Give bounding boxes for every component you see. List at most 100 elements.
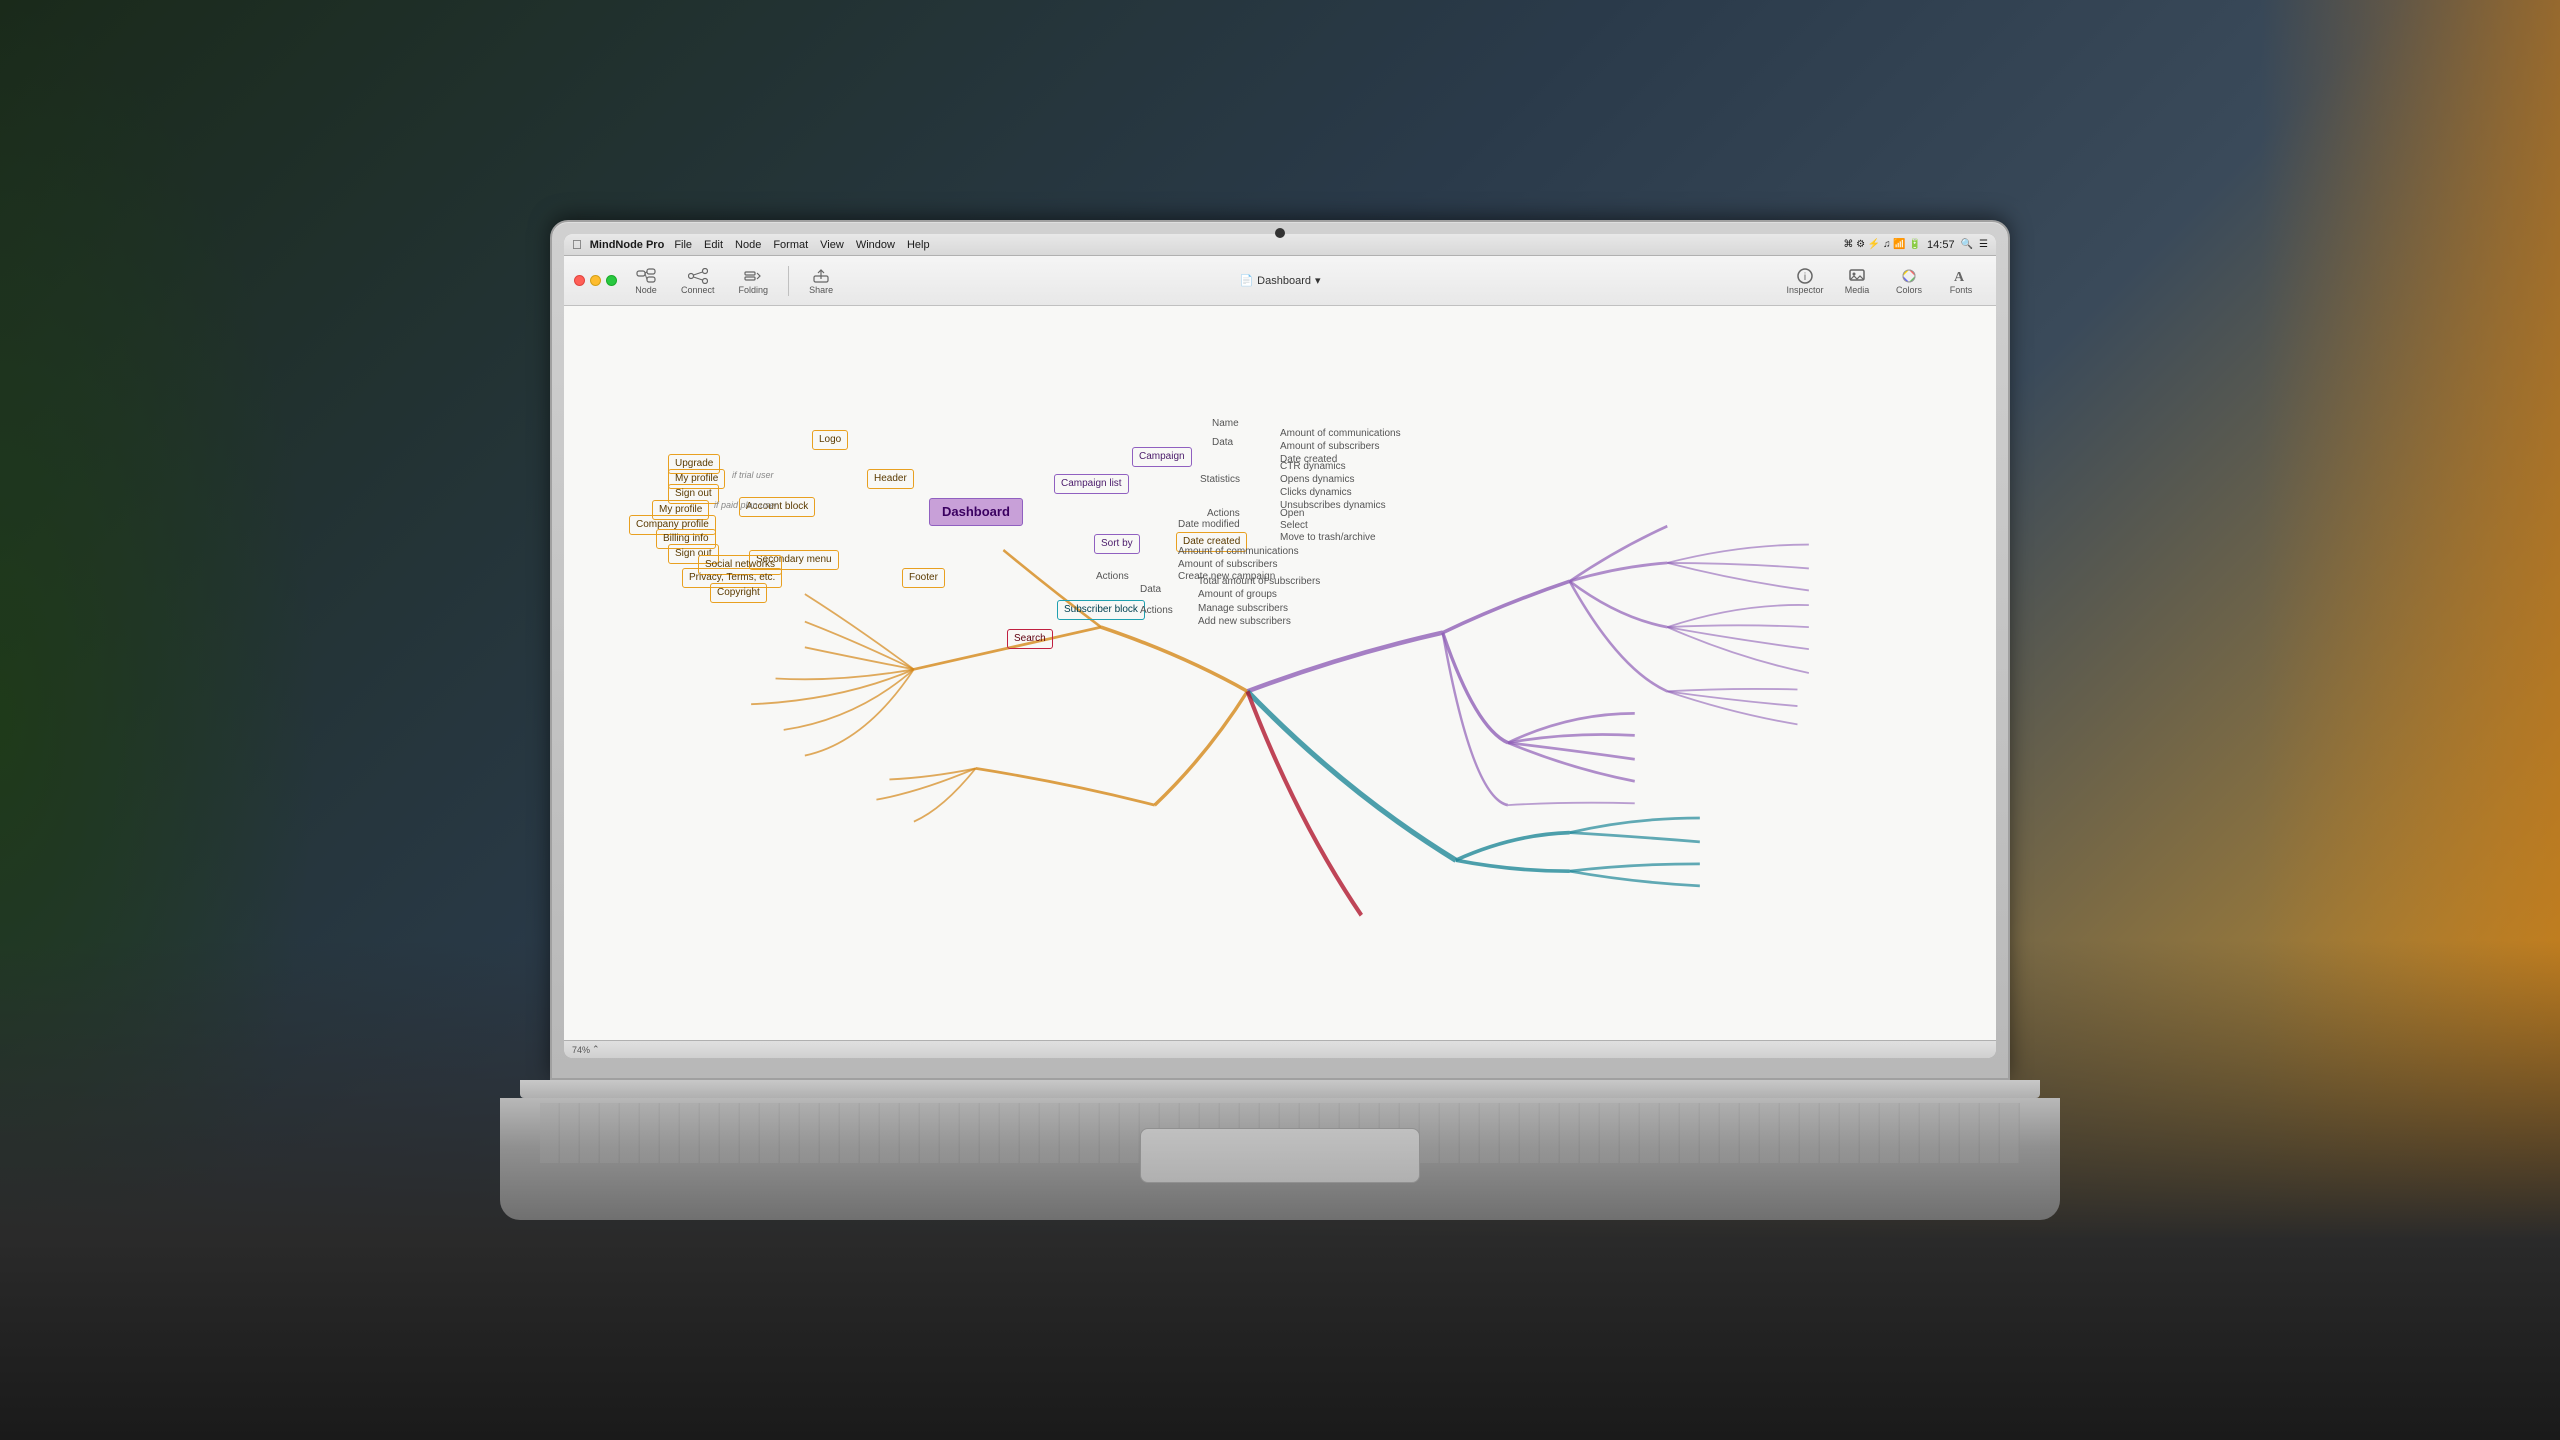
node-logo[interactable]: Logo xyxy=(812,430,848,450)
menubar-icons: ⌘ ⚙ ⚡ ♫ 📶 🔋 xyxy=(1843,239,1921,250)
zoom-icon: ⌃ xyxy=(592,1044,600,1055)
media-label: Media xyxy=(1845,285,1870,295)
svg-text:A: A xyxy=(1954,270,1965,285)
dashboard-label: Dashboard xyxy=(929,498,1023,526)
node-amount-subs-1: Amount of subscribers xyxy=(1280,441,1380,452)
node-amount-comm-2: Amount of communications xyxy=(1178,546,1299,557)
node-search[interactable]: Search xyxy=(1007,629,1053,649)
title-icon: 📄 xyxy=(1239,274,1253,287)
node-campaign-list[interactable]: Campaign list xyxy=(1054,474,1129,494)
node-opens: Opens dynamics xyxy=(1280,474,1354,485)
folding-label: Folding xyxy=(739,285,769,295)
connect-label: Connect xyxy=(681,285,715,295)
node-data-2: Data xyxy=(1140,584,1161,595)
node-subscriber-block[interactable]: Subscriber block xyxy=(1057,600,1145,620)
folding-button[interactable]: Folding xyxy=(731,265,777,297)
toolbar-separator xyxy=(788,266,789,296)
laptop-lid:  MindNode Pro File Edit Node Format Vie… xyxy=(550,220,2010,1080)
trackpad[interactable] xyxy=(1140,1128,1420,1183)
footer-label: Footer xyxy=(902,568,945,588)
node-actions-sub: Actions xyxy=(1140,605,1173,616)
toolbar-buttons: Node xyxy=(627,265,841,297)
spotlight-icon[interactable]: ☰ xyxy=(1979,239,1988,250)
node-total-amount: Total amount of subscribers xyxy=(1198,576,1320,587)
node-amount-comm-1: Amount of communications xyxy=(1280,428,1401,439)
node-amount-groups: Amount of groups xyxy=(1198,589,1277,600)
connect-button[interactable]: Connect xyxy=(673,265,723,297)
node-add-subs: Add new subscribers xyxy=(1198,616,1291,627)
inspector-icon: i xyxy=(1794,267,1816,285)
mindmap-canvas[interactable]: Dashboard Header Logo Account block xyxy=(564,306,1996,1040)
search-label: Search xyxy=(1007,629,1053,649)
node-header[interactable]: Header xyxy=(867,469,914,489)
screen-bezel:  MindNode Pro File Edit Node Format Vie… xyxy=(564,234,1996,1058)
screen:  MindNode Pro File Edit Node Format Vie… xyxy=(564,234,1996,1058)
node-actions-campaign: Actions xyxy=(1207,508,1240,519)
svg-text:i: i xyxy=(1804,272,1806,283)
maximize-button[interactable] xyxy=(606,275,617,286)
media-icon xyxy=(1846,267,1868,285)
node-move-trash: Move to trash/archive xyxy=(1280,532,1376,543)
laptop-bottom xyxy=(500,1098,2060,1220)
apple-icon:  xyxy=(572,237,582,252)
menu-help[interactable]: Help xyxy=(907,239,930,251)
title-text: Dashboard xyxy=(1257,275,1311,287)
node-manage-subs: Manage subscribers xyxy=(1198,603,1288,614)
header-label: Header xyxy=(867,469,914,489)
colors-icon xyxy=(1898,267,1920,285)
colors-button[interactable]: Colors xyxy=(1884,265,1934,297)
inspector-label: Inspector xyxy=(1786,285,1823,295)
node-sort-by[interactable]: Sort by xyxy=(1094,534,1140,554)
menu-node[interactable]: Node xyxy=(735,239,761,251)
node-button[interactable]: Node xyxy=(627,265,665,297)
folding-icon xyxy=(742,267,764,285)
media-button[interactable]: Media xyxy=(1832,265,1882,297)
copyright-label: Copyright xyxy=(710,583,767,603)
node-if-trial-tag: if trial user xyxy=(732,470,774,480)
toolbar-right: i Inspector xyxy=(1780,265,1986,297)
search-icon[interactable]: 🔍 xyxy=(1961,239,1973,250)
webcam xyxy=(1275,228,1285,238)
zoom-level: 74% xyxy=(572,1045,590,1055)
node-ctr: CTR dynamics xyxy=(1280,461,1346,472)
fonts-icon: A xyxy=(1950,267,1972,285)
node-name: Name xyxy=(1212,418,1239,429)
menu-window[interactable]: Window xyxy=(856,239,895,251)
menu-format[interactable]: Format xyxy=(773,239,808,251)
node-actions-2: Actions xyxy=(1096,571,1129,582)
node-open: Open xyxy=(1280,508,1304,519)
node-copyright[interactable]: Copyright xyxy=(710,583,767,603)
colors-label: Colors xyxy=(1896,285,1922,295)
connect-icon xyxy=(687,267,709,285)
node-statistics: Statistics xyxy=(1200,474,1240,485)
close-button[interactable] xyxy=(574,275,585,286)
share-button[interactable]: Share xyxy=(801,265,841,297)
node-clicks: Clicks dynamics xyxy=(1280,487,1352,498)
menu-edit[interactable]: Edit xyxy=(704,239,723,251)
fonts-label: Fonts xyxy=(1950,285,1973,295)
node-amount-subs-2: Amount of subscribers xyxy=(1178,559,1278,570)
share-label: Share xyxy=(809,285,833,295)
node-campaign[interactable]: Campaign xyxy=(1132,447,1192,467)
node-data-1: Data xyxy=(1212,437,1233,448)
node-icon xyxy=(635,267,657,285)
toolbar: Node xyxy=(564,256,1996,306)
minimize-button[interactable] xyxy=(590,275,601,286)
campaign-list-label: Campaign list xyxy=(1054,474,1129,494)
share-icon xyxy=(810,267,832,285)
fonts-button[interactable]: A Fonts xyxy=(1936,265,1986,297)
node-date-modified: Date modified xyxy=(1178,519,1240,530)
inspector-button[interactable]: i Inspector xyxy=(1780,265,1830,297)
menubar-right: ⌘ ⚙ ⚡ ♫ 📶 🔋 14:57 🔍 ☰ xyxy=(1843,239,1988,251)
node-footer[interactable]: Footer xyxy=(902,568,945,588)
menu-file[interactable]: File xyxy=(674,239,692,251)
node-dashboard[interactable]: Dashboard xyxy=(929,498,1023,526)
node-if-paid-tag: if paid plan user xyxy=(714,500,778,510)
laptop:  MindNode Pro File Edit Node Format Vie… xyxy=(500,220,2060,1220)
traffic-lights xyxy=(574,275,617,286)
title-chevron-icon: ▾ xyxy=(1315,274,1321,287)
laptop-base xyxy=(500,1080,2060,1220)
logo-label: Logo xyxy=(812,430,848,450)
node-select: Select xyxy=(1280,520,1308,531)
menu-view[interactable]: View xyxy=(820,239,844,251)
